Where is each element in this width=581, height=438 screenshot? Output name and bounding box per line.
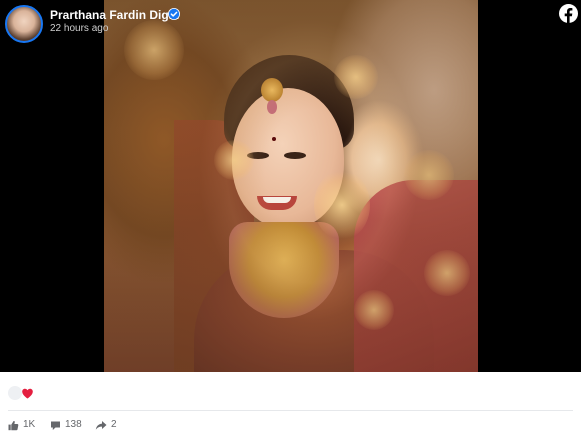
share-arrow-icon — [95, 420, 107, 430]
photo-foreground-haze — [104, 0, 478, 372]
engagement-stats: 1K 138 2 — [8, 418, 168, 432]
author-avatar[interactable] — [5, 5, 43, 43]
author-name[interactable]: Prarthana Fardin Dighi — [50, 8, 179, 22]
social-post: Prarthana Fardin Dighi 22 hours ago 1K 1… — [0, 0, 581, 438]
comments-stat[interactable]: 138 — [50, 418, 82, 432]
shares-count: 2 — [111, 419, 117, 430]
thumbs-up-icon — [8, 420, 19, 430]
shares-stat[interactable]: 2 — [95, 418, 117, 432]
likes-count: 1K — [23, 419, 36, 430]
comments-count: 138 — [65, 419, 82, 430]
post-timestamp[interactable]: 22 hours ago — [50, 23, 108, 34]
comment-icon — [51, 421, 60, 430]
post-header: Prarthana Fardin Dighi 22 hours ago — [0, 0, 581, 48]
reaction-icons[interactable] — [8, 386, 38, 400]
media-viewer[interactable]: Prarthana Fardin Dighi 22 hours ago — [0, 0, 581, 372]
facebook-logo-icon[interactable] — [559, 4, 578, 23]
post-photo[interactable] — [104, 0, 478, 372]
likes-stat[interactable]: 1K — [8, 418, 35, 432]
verified-badge-icon — [168, 8, 180, 20]
love-reaction-icon — [21, 387, 34, 400]
footer-divider — [8, 410, 573, 411]
like-reaction-icon — [8, 386, 22, 400]
